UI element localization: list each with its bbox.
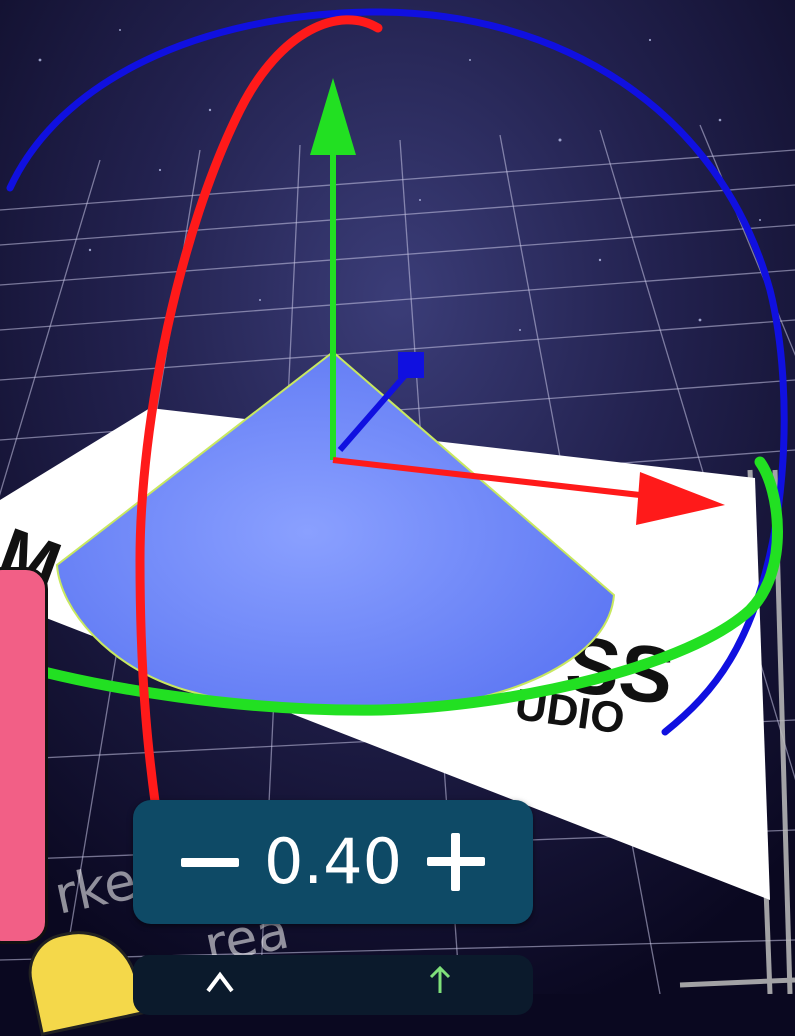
increase-button[interactable] bbox=[416, 822, 496, 902]
side-panel[interactable] bbox=[0, 567, 48, 944]
bottom-toolbar bbox=[133, 955, 533, 1015]
cursor-icon[interactable] bbox=[200, 963, 240, 994]
decrease-button[interactable] bbox=[170, 822, 250, 902]
value-stepper: 0.40 bbox=[133, 800, 533, 924]
minus-icon bbox=[180, 857, 239, 867]
arrow-up-icon[interactable] bbox=[425, 963, 455, 994]
plus-icon bbox=[427, 833, 486, 891]
stepper-value: 0.40 bbox=[263, 825, 403, 898]
